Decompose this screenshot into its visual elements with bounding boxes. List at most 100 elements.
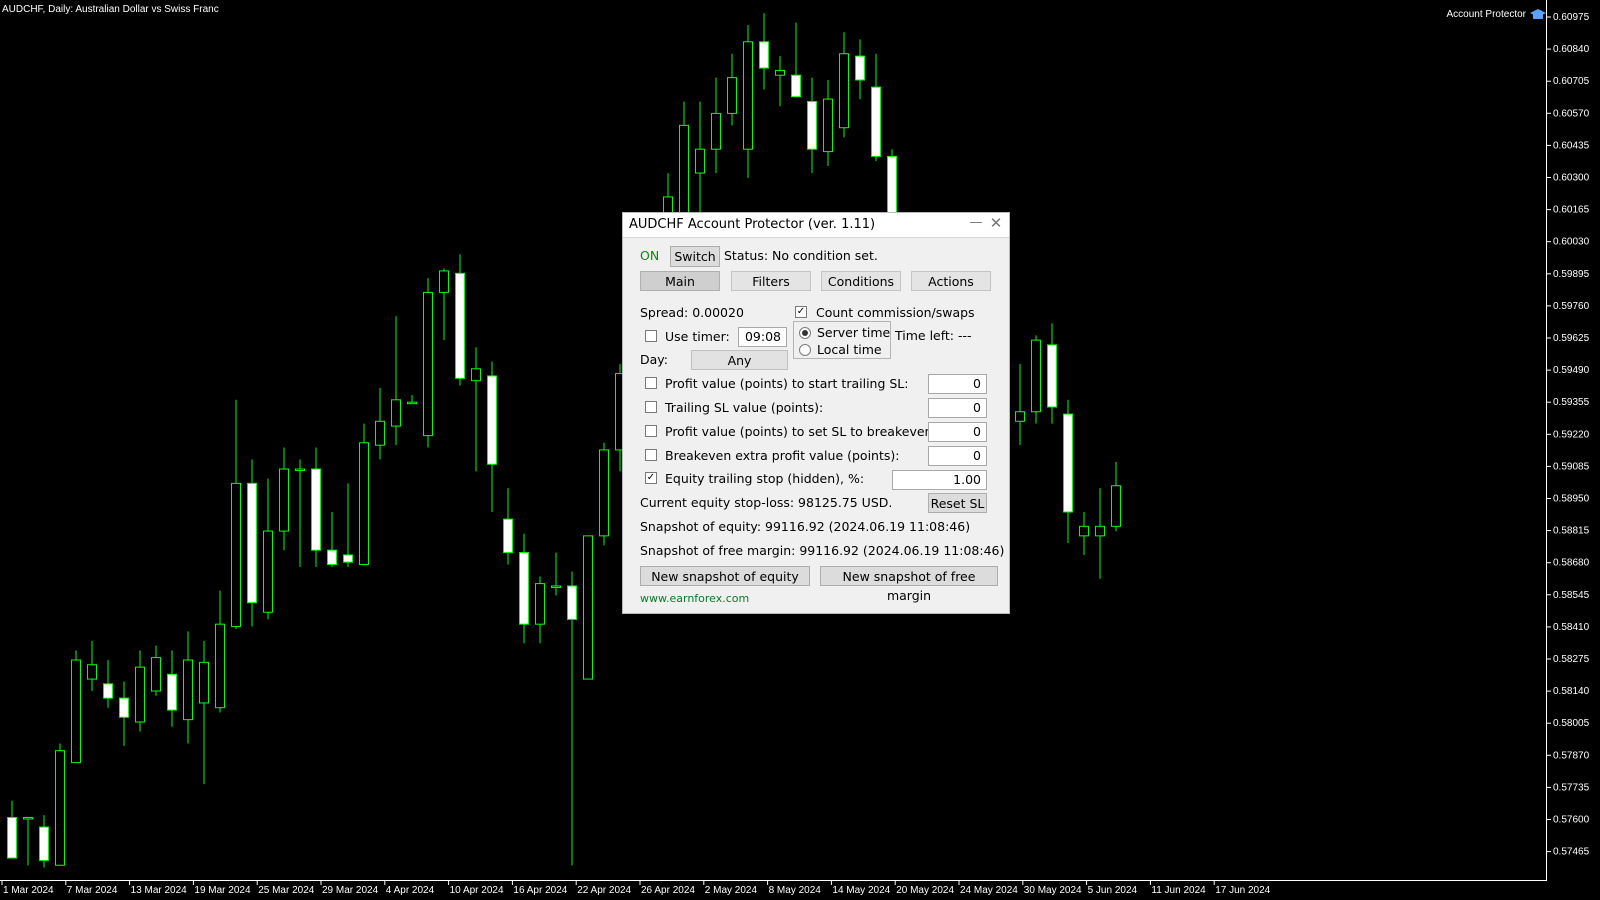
candle-body: [279, 468, 289, 532]
indicator-label: Account Protector: [1447, 9, 1527, 20]
candle-body: [7, 816, 17, 859]
timer-input[interactable]: 09:08: [738, 327, 787, 347]
candle-body: [711, 112, 721, 150]
candle-body: [551, 585, 561, 588]
candle-body: [55, 750, 65, 866]
price-label: 0.57735: [1553, 782, 1590, 793]
graduation-cap-icon: [1530, 9, 1546, 19]
date-label: 10 Apr 2024: [450, 885, 504, 896]
count-commission-checkbox[interactable]: ✓: [795, 306, 807, 318]
price-label: 0.59355: [1553, 397, 1590, 408]
candle-body: [375, 420, 385, 446]
candle-body: [151, 657, 161, 692]
date-label: 20 May 2024: [896, 885, 954, 896]
candle-body: [791, 74, 801, 98]
snapshot-free-margin-text: Snapshot of free margin: 99116.92 (2024.…: [640, 543, 1005, 558]
candle-body: [23, 816, 33, 820]
use-timer-label: Use timer:: [665, 329, 730, 344]
breakeven-label: Profit value (points) to set SL to break…: [665, 424, 937, 439]
trailing-sl-input[interactable]: 0: [928, 398, 987, 418]
start-trailing-checkbox[interactable]: [645, 377, 657, 389]
trailing-sl-checkbox[interactable]: [645, 401, 657, 413]
breakeven-checkbox[interactable]: [645, 425, 657, 437]
date-label: 2 May 2024: [705, 885, 758, 896]
server-time-radio[interactable]: [799, 327, 811, 339]
candle-body: [567, 585, 577, 620]
breakeven-extra-input[interactable]: 0: [928, 446, 987, 466]
candle-body: [167, 673, 177, 711]
new-snapshot-free-margin-button[interactable]: New snapshot of free margin: [820, 566, 998, 603]
new-snapshot-equity-button[interactable]: New snapshot of equity: [640, 566, 810, 586]
local-time-radio[interactable]: [799, 344, 811, 356]
date-label: 11 Jun 2024: [1151, 885, 1206, 896]
switch-button[interactable]: Switch: [670, 246, 720, 267]
tab-main[interactable]: Main: [640, 271, 720, 291]
candle-body: [407, 401, 417, 405]
account-protector-dialog[interactable]: AUDCHF Account Protector (ver. 1.11) — ✕…: [622, 212, 1010, 614]
price-label: 0.58140: [1553, 686, 1590, 697]
candle-body: [471, 368, 481, 382]
date-label: 7 Mar 2024: [67, 885, 118, 896]
candle-body: [183, 659, 193, 721]
candle-body: [215, 623, 225, 709]
price-label: 0.59625: [1553, 333, 1590, 344]
count-commission-label: Count commission/swaps: [816, 305, 975, 320]
candle-body: [423, 291, 433, 437]
candle-body: [1031, 339, 1041, 413]
price-label: 0.58410: [1553, 622, 1590, 633]
date-label: 17 Jun 2024: [1215, 885, 1270, 896]
candle-body: [119, 697, 129, 718]
reset-sl-button[interactable]: Reset SL: [928, 493, 987, 513]
candle-body: [727, 77, 737, 114]
candle-body: [487, 375, 497, 465]
price-label: 0.57465: [1553, 847, 1590, 858]
price-label: 0.60165: [1553, 205, 1590, 216]
candle-body: [343, 554, 353, 563]
candle-body: [1095, 525, 1105, 537]
breakeven-extra-checkbox[interactable]: [645, 449, 657, 461]
use-timer-checkbox[interactable]: [645, 330, 657, 342]
close-icon[interactable]: ✕: [989, 214, 1003, 232]
candle-body: [807, 100, 817, 150]
candle-body: [583, 535, 593, 680]
date-label: 14 May 2024: [832, 885, 890, 896]
candle-body: [1063, 413, 1073, 513]
price-label: 0.60300: [1553, 173, 1590, 184]
candle-body: [247, 482, 257, 604]
price-label: 0.59490: [1553, 365, 1590, 376]
local-time-label: Local time: [817, 342, 882, 357]
equity-trailing-input[interactable]: 1.00: [892, 470, 987, 490]
candle-body: [1047, 344, 1057, 408]
candle-body: [759, 41, 769, 69]
snapshot-equity-text: Snapshot of equity: 99116.92 (2024.06.19…: [640, 519, 971, 534]
date-label: 29 Mar 2024: [322, 885, 379, 896]
time-left-text: Time left: ---: [895, 328, 972, 343]
candle-body: [295, 468, 305, 472]
tab-conditions[interactable]: Conditions: [821, 271, 901, 291]
minimize-icon[interactable]: —: [969, 215, 983, 233]
price-label: 0.59760: [1553, 301, 1590, 312]
price-label: 0.60705: [1553, 76, 1590, 87]
tab-filters[interactable]: Filters: [731, 271, 811, 291]
equity-trailing-checkbox[interactable]: ✓: [645, 472, 657, 484]
tab-actions[interactable]: Actions: [911, 271, 991, 291]
start-trailing-input[interactable]: 0: [928, 374, 987, 394]
candle-body: [599, 449, 609, 537]
candle-body: [839, 53, 849, 129]
candle-body: [855, 55, 865, 81]
candle-body: [695, 148, 705, 174]
candle-body: [503, 518, 513, 554]
candle-body: [311, 468, 321, 551]
dialog-titlebar[interactable]: AUDCHF Account Protector (ver. 1.11) — ✕: [623, 213, 1009, 238]
candle-body: [743, 41, 753, 150]
candle-body: [535, 583, 545, 625]
breakeven-input[interactable]: 0: [928, 422, 987, 442]
earnforex-link[interactable]: www.earnforex.com: [640, 592, 749, 605]
date-label: 26 Apr 2024: [641, 885, 695, 896]
date-label: 22 Apr 2024: [577, 885, 631, 896]
date-label: 24 May 2024: [960, 885, 1018, 896]
price-label: 0.60435: [1553, 140, 1590, 151]
day-selector[interactable]: Any: [691, 350, 788, 370]
date-label: 25 Mar 2024: [258, 885, 315, 896]
price-label: 0.58950: [1553, 494, 1590, 505]
